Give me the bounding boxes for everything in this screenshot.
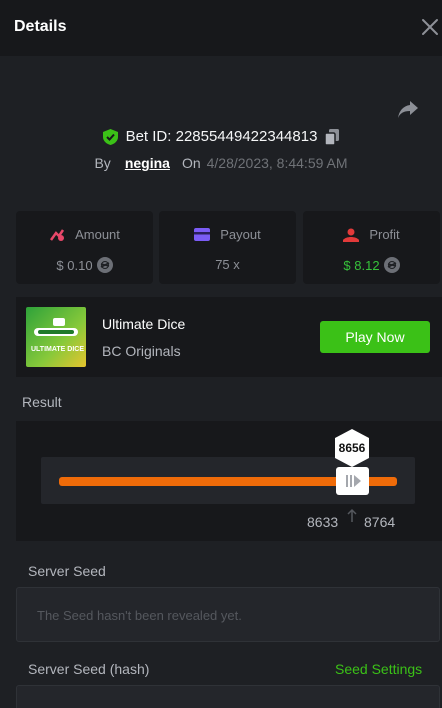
- copy-icon[interactable]: [325, 128, 340, 145]
- amount-icon: [50, 228, 65, 241]
- on-label: On: [181, 155, 201, 171]
- amount-card: Amount $ 0.10: [16, 211, 153, 284]
- username-link[interactable]: negina: [125, 155, 170, 171]
- bet-id: Bet ID: 22855449422344813: [125, 128, 318, 145]
- result-panel: 8656 8633 8764: [16, 421, 442, 541]
- play-now-button[interactable]: Play Now: [320, 321, 430, 353]
- game-card: ULTIMATE DICE Ultimate Dice BC Originals…: [16, 297, 442, 377]
- by-label: By: [94, 155, 111, 171]
- game-provider: BC Originals: [102, 343, 181, 359]
- thumbnail-badge: [53, 318, 65, 326]
- thumbnail-title: ULTIMATE DICE: [31, 346, 85, 353]
- amount-label: Amount: [75, 227, 120, 242]
- server-seed-hash-field[interactable]: [16, 685, 440, 708]
- server-seed-hash-label: Server Seed (hash): [28, 661, 150, 677]
- payout-value: 75 x: [215, 257, 240, 272]
- details-header: Details: [0, 0, 442, 56]
- profit-card: Profit $ 8.12: [303, 211, 440, 284]
- game-name[interactable]: Ultimate Dice: [102, 316, 185, 332]
- share-arrow-icon[interactable]: [396, 98, 420, 120]
- bet-id-row: Bet ID: 22855449422344813: [0, 128, 442, 150]
- server-seed-placeholder: The Seed hasn't been revealed yet.: [37, 608, 242, 623]
- payout-label: Payout: [220, 227, 261, 242]
- payout-icon: [194, 228, 211, 241]
- amount-value: $ 0.10: [56, 257, 93, 273]
- coin-icon: [383, 257, 400, 273]
- game-thumbnail[interactable]: ULTIMATE DICE: [26, 307, 86, 367]
- server-seed-field: The Seed hasn't been revealed yet.: [16, 587, 440, 642]
- page-title: Details: [14, 18, 67, 35]
- result-value-bubble: [335, 429, 369, 467]
- handle-grip-icon: [345, 475, 361, 487]
- payout-card: Payout 75 x: [159, 211, 296, 284]
- thumbnail-slider-fill: [38, 330, 74, 334]
- profit-value: $ 8.12: [343, 257, 380, 273]
- server-seed-label: Server Seed: [28, 563, 106, 579]
- profit-label: Profit: [369, 227, 400, 242]
- range-high: 8764: [364, 514, 396, 530]
- bet-meta-row: By negina On 4/28/2023, 8:44:59 AM: [0, 155, 442, 177]
- slider-handle: [336, 467, 369, 495]
- coin-icon: [96, 257, 113, 273]
- bet-date: 4/28/2023, 8:44:59 AM: [206, 155, 348, 171]
- close-icon[interactable]: [419, 16, 441, 38]
- result-label: Result: [22, 394, 62, 410]
- seed-settings-link[interactable]: Seed Settings: [335, 661, 422, 677]
- profit-icon: [343, 228, 360, 242]
- range-arrow-icon: [347, 508, 357, 522]
- verified-shield-icon: [102, 128, 118, 145]
- range-low: 8633: [307, 514, 339, 530]
